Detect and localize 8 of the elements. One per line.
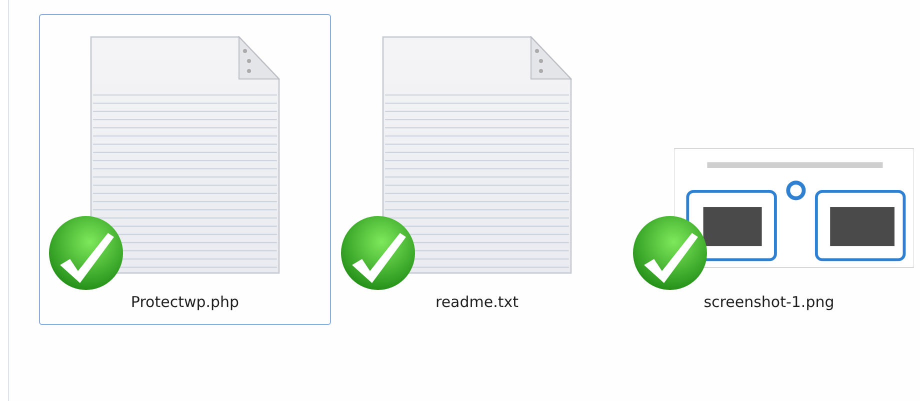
file-name: screenshot-1.png bbox=[704, 293, 834, 311]
file-item[interactable]: readme.txt bbox=[331, 14, 623, 325]
document-icon bbox=[89, 35, 281, 275]
document-icon bbox=[381, 35, 573, 275]
file-name: Protectwp.php bbox=[130, 293, 240, 311]
file-name: readme.txt bbox=[435, 293, 519, 311]
file-item[interactable]: Protectwp.php bbox=[39, 14, 331, 325]
file-item[interactable]: screenshot-1.png bbox=[623, 14, 915, 325]
